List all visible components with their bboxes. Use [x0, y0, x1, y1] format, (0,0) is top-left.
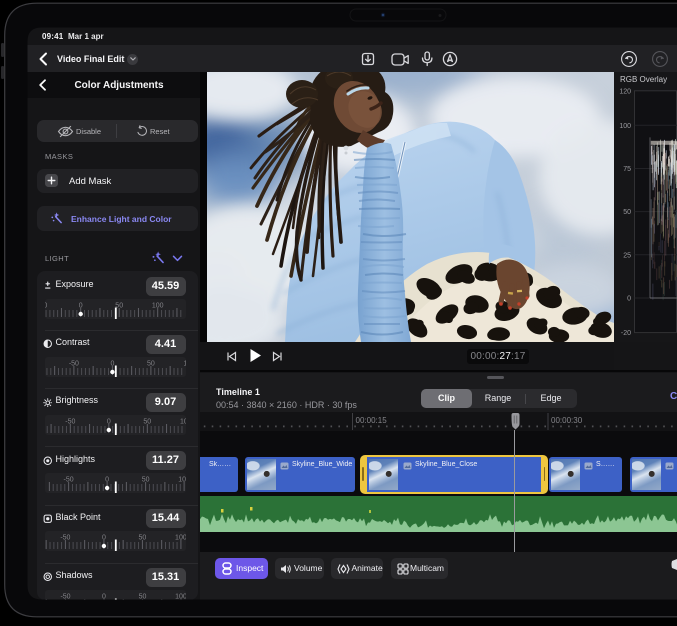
- svg-text:-50: -50: [60, 535, 70, 542]
- svg-text:100: 100: [184, 360, 186, 367]
- svg-text:100: 100: [180, 418, 186, 425]
- svg-text:50: 50: [147, 360, 155, 367]
- svg-text:-50: -50: [65, 418, 75, 425]
- svg-text:0: 0: [102, 593, 106, 600]
- svg-text:50: 50: [623, 209, 631, 216]
- svg-text:120: 120: [619, 88, 631, 95]
- svg-text:50: 50: [139, 593, 147, 600]
- svg-text:0: 0: [79, 302, 83, 309]
- svg-text:100: 100: [619, 123, 631, 130]
- svg-text:-50: -50: [60, 593, 70, 600]
- svg-text:-20: -20: [621, 330, 631, 337]
- svg-text:0: 0: [105, 477, 109, 484]
- svg-text:25: 25: [623, 252, 631, 259]
- svg-text:100: 100: [152, 302, 164, 309]
- svg-text:0: 0: [110, 360, 114, 367]
- svg-text:100: 100: [175, 535, 185, 542]
- svg-text:-50: -50: [69, 360, 79, 367]
- svg-text:50: 50: [142, 477, 150, 484]
- svg-text:-50: -50: [64, 477, 74, 484]
- svg-text:0: 0: [627, 296, 631, 303]
- svg-text:-50: -50: [45, 302, 47, 309]
- svg-text:0: 0: [102, 535, 106, 542]
- svg-text:50: 50: [143, 418, 151, 425]
- svg-text:100: 100: [175, 593, 185, 600]
- svg-text:0: 0: [107, 418, 111, 425]
- svg-text:75: 75: [623, 166, 631, 173]
- svg-text:50: 50: [139, 535, 147, 542]
- svg-text:100: 100: [178, 477, 185, 484]
